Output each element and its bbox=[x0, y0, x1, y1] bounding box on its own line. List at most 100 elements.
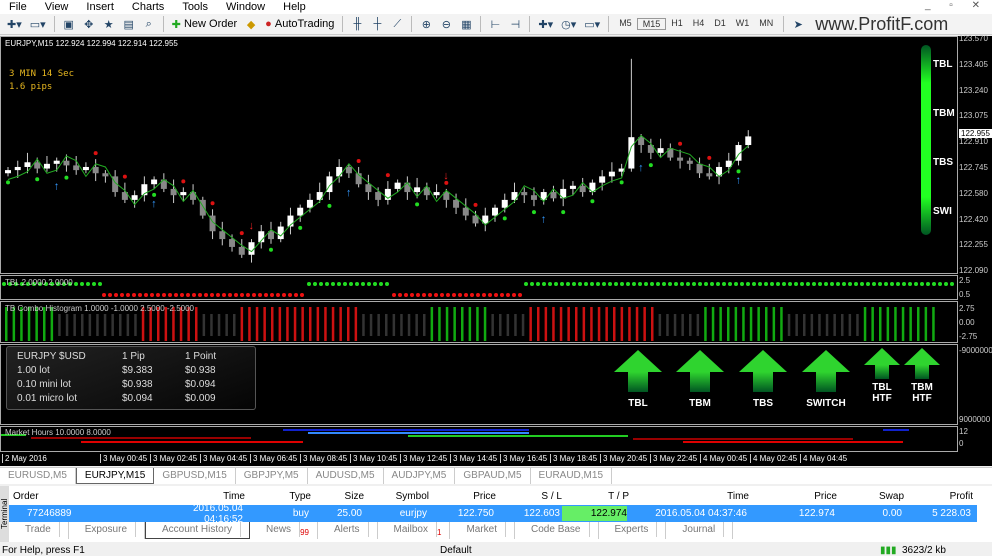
price-axis-label: 123.240 bbox=[959, 85, 988, 95]
timeframe-m5[interactable]: M5 bbox=[614, 18, 637, 30]
menu-file[interactable]: File bbox=[0, 1, 36, 13]
profiles-icon[interactable]: ▭▾ bbox=[27, 15, 49, 33]
tab-label: Code Base bbox=[523, 522, 590, 537]
terminal-tab-journal[interactable]: Journal bbox=[666, 522, 734, 539]
tbl-indicator-pane[interactable]: TBL 2.0000 2.0000 bbox=[0, 275, 958, 300]
histogram-bar bbox=[88, 314, 92, 336]
signal-dot bbox=[800, 282, 804, 286]
tile-windows-icon[interactable]: ▦ bbox=[457, 15, 475, 33]
menu-charts[interactable]: Charts bbox=[123, 1, 173, 13]
signal-dot bbox=[337, 282, 341, 286]
chart-tab[interactable]: EURAUD,M15 bbox=[531, 468, 613, 484]
timeframe-h1[interactable]: H1 bbox=[666, 18, 688, 30]
arrow-up-icon bbox=[739, 350, 787, 372]
terminal-tab-exposure[interactable]: Exposure bbox=[69, 522, 146, 539]
signal-tbm: TBM bbox=[676, 350, 724, 409]
pip-cell: $9.383 bbox=[122, 365, 153, 376]
terminal-tab-trade[interactable]: Trade bbox=[9, 522, 69, 539]
terminal-tab-code-base[interactable]: Code Base bbox=[515, 522, 599, 539]
candlestick-icon[interactable]: ┼ bbox=[368, 15, 386, 33]
signal-dot bbox=[866, 282, 870, 286]
terminal-tab-account-history[interactable]: Account History bbox=[145, 522, 251, 539]
bear-candle bbox=[73, 165, 80, 171]
menu-tools[interactable]: Tools bbox=[173, 1, 217, 13]
tester-icon[interactable]: ⌕ bbox=[140, 15, 158, 33]
column-header: Size bbox=[344, 491, 364, 502]
bull-candle bbox=[569, 185, 576, 189]
chart-tab[interactable]: GBPAUD,M5 bbox=[455, 468, 531, 484]
navigator-icon[interactable]: ★ bbox=[100, 15, 118, 33]
chart-tab[interactable]: GBPUSD,M15 bbox=[154, 468, 236, 484]
timeframe-m15[interactable]: M15 bbox=[636, 18, 667, 30]
chart-shift-icon[interactable]: ⊣ bbox=[506, 15, 524, 33]
line-chart-icon[interactable]: ⟋ bbox=[388, 15, 406, 33]
bar-chart-icon[interactable]: ╫ bbox=[348, 15, 366, 33]
menu-window[interactable]: Window bbox=[217, 1, 274, 13]
timeframe-mn[interactable]: MN bbox=[754, 18, 778, 30]
arrow-up-icon bbox=[802, 350, 850, 372]
new-order-button[interactable]: ✚ New Order bbox=[169, 15, 240, 33]
new-chart-icon[interactable]: ✚▾ bbox=[4, 15, 25, 33]
window-controls[interactable]: _ ▫ ✕ bbox=[925, 0, 988, 11]
time-axis-label: 4 May 04:45 bbox=[800, 454, 847, 463]
zoom-in-icon[interactable]: ⊕ bbox=[417, 15, 435, 33]
trail-dot bbox=[678, 141, 683, 146]
menu-insert[interactable]: Insert bbox=[77, 1, 123, 13]
trend-strength-bar bbox=[921, 45, 931, 235]
signal-dot bbox=[458, 293, 462, 297]
timeframe-w1[interactable]: W1 bbox=[731, 18, 755, 30]
histogram-bar bbox=[81, 314, 84, 336]
signal-dot bbox=[282, 293, 286, 297]
autotrading-button[interactable]: ● AutoTrading bbox=[262, 15, 337, 33]
menu-view[interactable]: View bbox=[36, 1, 78, 13]
chart-tab[interactable]: EURJPY,M15 bbox=[75, 468, 155, 484]
axis-label: 0.5 bbox=[959, 290, 971, 299]
main-price-pane[interactable]: ↑ ↑ ↓ ↑ ↓ ↑ ↑ ↑ EURJPY,M15 122.924 122.994 122.… bbox=[0, 36, 958, 274]
signal-tbs: TBS bbox=[739, 350, 787, 409]
templates-icon[interactable]: ▭▾ bbox=[581, 15, 603, 33]
chart-tab[interactable]: EURUSD,M5 bbox=[0, 468, 76, 484]
signal-dot bbox=[373, 282, 377, 286]
terminal-tab-news[interactable]: News 99 bbox=[250, 522, 318, 539]
signal-switch: SWITCH bbox=[802, 350, 850, 409]
bull-candle bbox=[608, 171, 615, 177]
signal-dot bbox=[246, 293, 250, 297]
trail-dot bbox=[93, 151, 98, 156]
trail-dot bbox=[181, 179, 186, 184]
periods-icon[interactable]: ◷▾ bbox=[558, 15, 579, 33]
chart-tab[interactable]: AUDJPY,M5 bbox=[384, 468, 456, 484]
terminal-tab-alerts[interactable]: Alerts bbox=[318, 522, 378, 539]
signal-dot bbox=[890, 282, 894, 286]
histogram-title: TB Combo Histogram 1.0000 -1.0000 2.5000… bbox=[5, 304, 195, 313]
trail-dot bbox=[239, 231, 244, 236]
timeframe-group: M5 M15 H1 H4 D1 W1 MN bbox=[614, 18, 778, 30]
timeframe-h4[interactable]: H4 bbox=[688, 18, 710, 30]
terminal-tab-experts[interactable]: Experts bbox=[599, 522, 667, 539]
menu-help[interactable]: Help bbox=[274, 1, 315, 13]
signal-dot bbox=[728, 282, 732, 286]
trail-dot bbox=[619, 180, 624, 185]
market-watch-icon[interactable]: ▣ bbox=[60, 15, 78, 33]
terminal-icon[interactable]: ▤ bbox=[120, 15, 138, 33]
signal-tbl-htf: TBL HTF bbox=[864, 348, 900, 404]
histogram-pane[interactable]: TB Combo Histogram 1.0000 -1.0000 2.5000… bbox=[0, 301, 958, 343]
crosshair-icon[interactable]: ✥ bbox=[80, 15, 98, 33]
chart-window[interactable]: ↑ ↑ ↓ ↑ ↓ ↑ ↑ ↑ EURJPY,M15 122.924 122.994 122.… bbox=[0, 34, 992, 466]
market-hours-pane[interactable]: Market Hours 10.0000 8.0000 bbox=[0, 426, 958, 452]
indicators-icon[interactable]: ✚▾ bbox=[535, 15, 556, 33]
signal-dot bbox=[355, 282, 359, 286]
histogram-bar bbox=[704, 307, 707, 341]
metaeditor-icon[interactable]: ◆ bbox=[242, 15, 260, 33]
histogram-bar bbox=[605, 307, 608, 341]
timeframe-d1[interactable]: D1 bbox=[709, 18, 731, 30]
table-row[interactable]: 77246889 2016.05.04 04:16:52 buy 25.00 eurjp… bbox=[9, 503, 977, 525]
terminal-tab-market[interactable]: Market bbox=[450, 522, 516, 539]
terminal-label: Terminal bbox=[0, 486, 9, 542]
cursor-icon[interactable]: ➤ bbox=[789, 15, 807, 33]
autoscroll-icon[interactable]: ⊢ bbox=[486, 15, 504, 33]
trend-label-tbl: TBL bbox=[933, 59, 953, 70]
zoom-out-icon[interactable]: ⊖ bbox=[437, 15, 455, 33]
terminal-tab-mailbox[interactable]: Mailbox 1 bbox=[378, 522, 451, 539]
chart-tab[interactable]: GBPJPY,M5 bbox=[236, 468, 308, 484]
chart-tab[interactable]: AUDUSD,M5 bbox=[308, 468, 384, 484]
